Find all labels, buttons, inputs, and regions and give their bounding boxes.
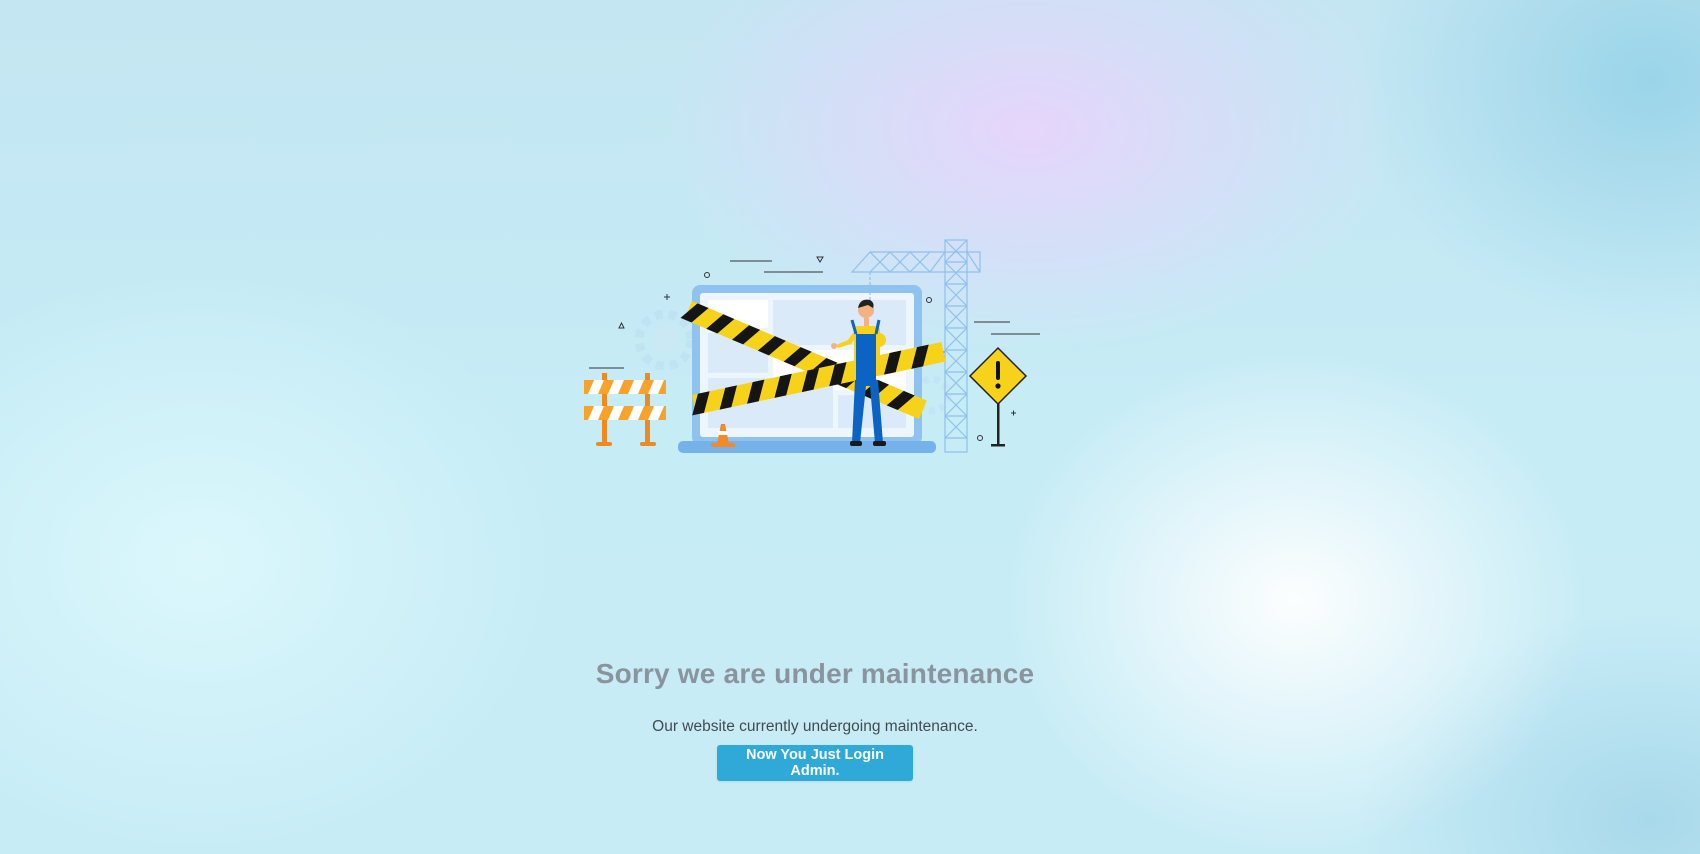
barrier-icon: [584, 373, 666, 446]
warning-sign-icon: [968, 346, 1028, 447]
admin-login-button[interactable]: Now You Just Login Admin.: [717, 745, 913, 781]
page-description: Our website currently undergoing mainten…: [652, 718, 978, 735]
page-title: Sorry we are under maintenance: [595, 658, 1035, 689]
maintenance-illustration: [584, 239, 1040, 453]
